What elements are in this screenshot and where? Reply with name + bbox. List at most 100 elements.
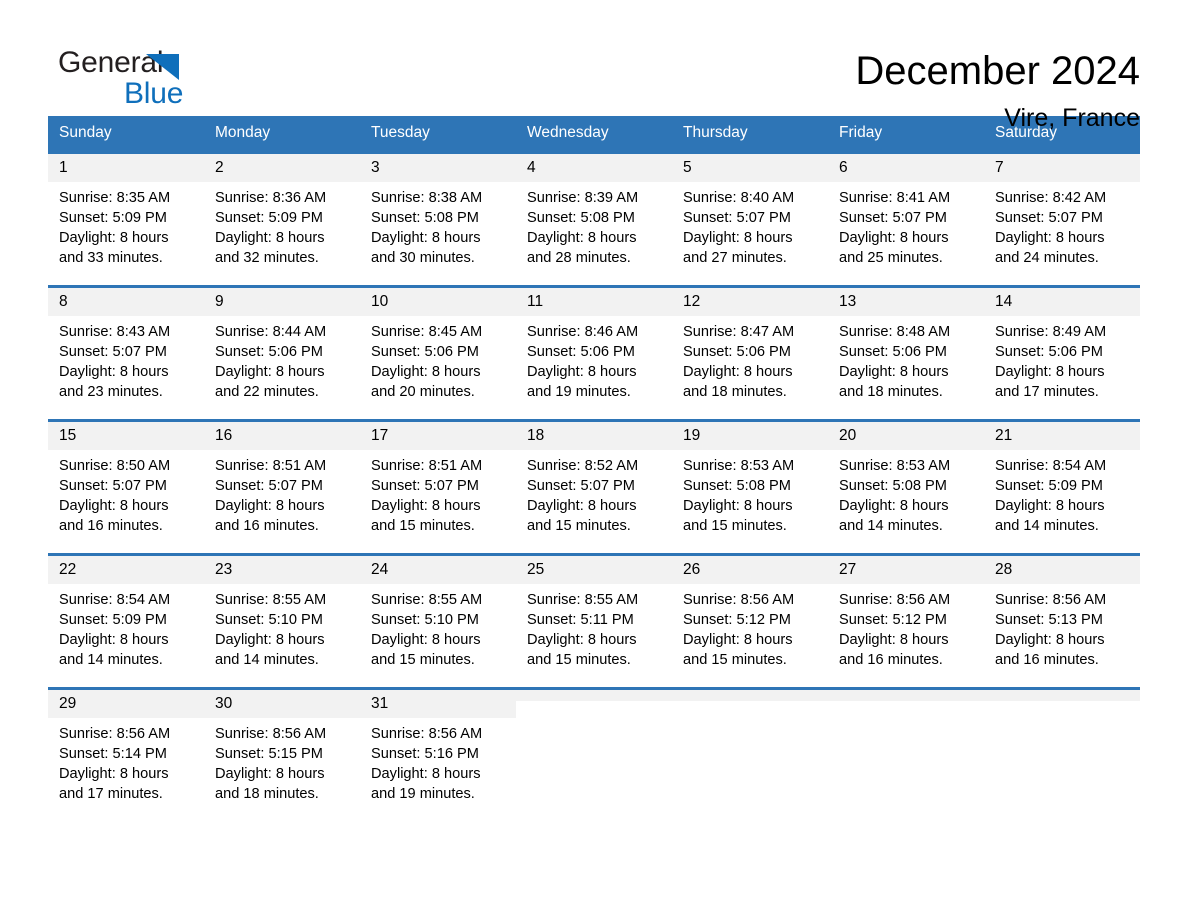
sunrise-text: Sunrise: 8:55 AM	[371, 592, 483, 608]
daylight-text: Daylight: 8 hours and 15 minutes.	[371, 498, 481, 534]
day-number	[984, 690, 1140, 701]
day-cell[interactable]: 29 Sunrise: 8:56 AM Sunset: 5:14 PM Dayligh…	[48, 687, 204, 806]
sunset-text: Sunset: 5:11 PM	[527, 612, 634, 628]
day-cell[interactable]: 23 Sunrise: 8:55 AM Sunset: 5:10 PM Dayligh…	[204, 553, 360, 672]
sunset-text: Sunset: 5:08 PM	[371, 210, 479, 226]
sunrise-text: Sunrise: 8:56 AM	[215, 726, 327, 742]
day-details: Sunrise: 8:56 AM Sunset: 5:12 PM Daylight:…	[828, 584, 984, 670]
day-number: 21	[984, 422, 1140, 450]
daylight-text: Daylight: 8 hours and 32 minutes.	[215, 230, 325, 266]
calendar-week-row: 1 Sunrise: 8:35 AM Sunset: 5:09 PM Daylight…	[48, 151, 1140, 270]
calendar-week-row: 22 Sunrise: 8:54 AM Sunset: 5:09 PM Dayligh…	[48, 553, 1140, 672]
daylight-text: Daylight: 8 hours and 16 minutes.	[59, 498, 169, 534]
daylight-text: Daylight: 8 hours and 17 minutes.	[995, 364, 1105, 400]
day-cell[interactable]: 13 Sunrise: 8:48 AM Sunset: 5:06 PM Dayligh…	[828, 285, 984, 404]
sunset-text: Sunset: 5:06 PM	[371, 344, 479, 360]
sunrise-text: Sunrise: 8:35 AM	[59, 190, 171, 206]
day-details: Sunrise: 8:53 AM Sunset: 5:08 PM Daylight:…	[828, 450, 984, 536]
sunset-text: Sunset: 5:08 PM	[527, 210, 635, 226]
day-cell[interactable]: 10 Sunrise: 8:45 AM Sunset: 5:06 PM Dayligh…	[360, 285, 516, 404]
day-details: Sunrise: 8:51 AM Sunset: 5:07 PM Daylight:…	[360, 450, 516, 536]
day-cell[interactable]: 2 Sunrise: 8:36 AM Sunset: 5:09 PM Daylight…	[204, 151, 360, 270]
sunset-text: Sunset: 5:10 PM	[215, 612, 323, 628]
day-number: 5	[672, 154, 828, 182]
day-cell[interactable]: 17 Sunrise: 8:51 AM Sunset: 5:07 PM Dayligh…	[360, 419, 516, 538]
sunrise-text: Sunrise: 8:44 AM	[215, 324, 327, 340]
day-cell[interactable]: 11 Sunrise: 8:46 AM Sunset: 5:06 PM Dayligh…	[516, 285, 672, 404]
daylight-text: Daylight: 8 hours and 16 minutes.	[995, 632, 1105, 668]
day-cell[interactable]: 19 Sunrise: 8:53 AM Sunset: 5:08 PM Dayligh…	[672, 419, 828, 538]
day-cell[interactable]: 27 Sunrise: 8:56 AM Sunset: 5:12 PM Dayligh…	[828, 553, 984, 672]
sunrise-text: Sunrise: 8:49 AM	[995, 324, 1107, 340]
day-details: Sunrise: 8:46 AM Sunset: 5:06 PM Daylight:…	[516, 316, 672, 402]
sunrise-text: Sunrise: 8:40 AM	[683, 190, 795, 206]
sunset-text: Sunset: 5:14 PM	[59, 746, 167, 762]
day-details: Sunrise: 8:55 AM Sunset: 5:10 PM Daylight:…	[360, 584, 516, 670]
weekday-header-thursday: Thursday	[672, 116, 828, 153]
week-spacer	[48, 538, 1140, 555]
daylight-text: Daylight: 8 hours and 15 minutes.	[683, 632, 793, 668]
day-cell[interactable]: 12 Sunrise: 8:47 AM Sunset: 5:06 PM Dayligh…	[672, 285, 828, 404]
day-cell[interactable]: 9 Sunrise: 8:44 AM Sunset: 5:06 PM Daylight…	[204, 285, 360, 404]
day-number: 28	[984, 556, 1140, 584]
daylight-text: Daylight: 8 hours and 22 minutes.	[215, 364, 325, 400]
day-cell[interactable]: 16 Sunrise: 8:51 AM Sunset: 5:07 PM Dayligh…	[204, 419, 360, 538]
sunrise-text: Sunrise: 8:51 AM	[371, 458, 483, 474]
day-number: 18	[516, 422, 672, 450]
sunrise-text: Sunrise: 8:50 AM	[59, 458, 171, 474]
day-cell[interactable]: 8 Sunrise: 8:43 AM Sunset: 5:07 PM Daylight…	[48, 285, 204, 404]
daylight-text: Daylight: 8 hours and 14 minutes.	[839, 498, 949, 534]
day-cell[interactable]: 30 Sunrise: 8:56 AM Sunset: 5:15 PM Dayligh…	[204, 687, 360, 806]
daylight-text: Daylight: 8 hours and 19 minutes.	[371, 766, 481, 802]
day-number: 26	[672, 556, 828, 584]
day-cell[interactable]: 31 Sunrise: 8:56 AM Sunset: 5:16 PM Dayligh…	[360, 687, 516, 806]
sunset-text: Sunset: 5:07 PM	[59, 478, 167, 494]
sunset-text: Sunset: 5:07 PM	[215, 478, 323, 494]
day-cell[interactable]: 7 Sunrise: 8:42 AM Sunset: 5:07 PM Daylight…	[984, 151, 1140, 270]
day-cell[interactable]: 28 Sunrise: 8:56 AM Sunset: 5:13 PM Dayligh…	[984, 553, 1140, 672]
sunrise-text: Sunrise: 8:56 AM	[995, 592, 1107, 608]
day-cell[interactable]: 20 Sunrise: 8:53 AM Sunset: 5:08 PM Dayligh…	[828, 419, 984, 538]
page-header: General Blue December 2024 Vire, France	[48, 0, 1140, 132]
day-cell[interactable]: 21 Sunrise: 8:54 AM Sunset: 5:09 PM Dayligh…	[984, 419, 1140, 538]
week-spacer	[48, 672, 1140, 689]
day-cell[interactable]: 22 Sunrise: 8:54 AM Sunset: 5:09 PM Dayligh…	[48, 553, 204, 672]
day-details: Sunrise: 8:41 AM Sunset: 5:07 PM Daylight:…	[828, 182, 984, 268]
day-cell[interactable]: 14 Sunrise: 8:49 AM Sunset: 5:06 PM Dayligh…	[984, 285, 1140, 404]
day-cell[interactable]: 3 Sunrise: 8:38 AM Sunset: 5:08 PM Daylight…	[360, 151, 516, 270]
sunrise-text: Sunrise: 8:41 AM	[839, 190, 951, 206]
sunset-text: Sunset: 5:08 PM	[839, 478, 947, 494]
daylight-text: Daylight: 8 hours and 15 minutes.	[683, 498, 793, 534]
sunset-text: Sunset: 5:09 PM	[995, 478, 1103, 494]
sunrise-sunset-calendar-table: Sunday Monday Tuesday Wednesday Thursday…	[48, 116, 1140, 806]
day-number: 30	[204, 690, 360, 718]
day-cell[interactable]: 18 Sunrise: 8:52 AM Sunset: 5:07 PM Dayligh…	[516, 419, 672, 538]
sunset-text: Sunset: 5:08 PM	[683, 478, 791, 494]
day-cell[interactable]: 5 Sunrise: 8:40 AM Sunset: 5:07 PM Daylight…	[672, 151, 828, 270]
sunrise-text: Sunrise: 8:55 AM	[527, 592, 639, 608]
sunset-text: Sunset: 5:07 PM	[371, 478, 479, 494]
week-spacer	[48, 404, 1140, 421]
day-cell[interactable]: 26 Sunrise: 8:56 AM Sunset: 5:12 PM Dayligh…	[672, 553, 828, 672]
day-details: Sunrise: 8:56 AM Sunset: 5:14 PM Daylight:…	[48, 718, 204, 804]
daylight-text: Daylight: 8 hours and 17 minutes.	[59, 766, 169, 802]
day-number	[516, 690, 672, 701]
daylight-text: Daylight: 8 hours and 23 minutes.	[59, 364, 169, 400]
sunset-text: Sunset: 5:07 PM	[683, 210, 791, 226]
day-cell[interactable]: 15 Sunrise: 8:50 AM Sunset: 5:07 PM Dayligh…	[48, 419, 204, 538]
day-details: Sunrise: 8:54 AM Sunset: 5:09 PM Daylight:…	[984, 450, 1140, 536]
day-cell[interactable]: 24 Sunrise: 8:55 AM Sunset: 5:10 PM Dayligh…	[360, 553, 516, 672]
day-cell[interactable]: 6 Sunrise: 8:41 AM Sunset: 5:07 PM Daylight…	[828, 151, 984, 270]
day-cell[interactable]: 1 Sunrise: 8:35 AM Sunset: 5:09 PM Daylight…	[48, 151, 204, 270]
day-details: Sunrise: 8:55 AM Sunset: 5:11 PM Daylight:…	[516, 584, 672, 670]
day-cell[interactable]: 4 Sunrise: 8:39 AM Sunset: 5:08 PM Daylight…	[516, 151, 672, 270]
sunrise-text: Sunrise: 8:56 AM	[683, 592, 795, 608]
day-cell[interactable]: 25 Sunrise: 8:55 AM Sunset: 5:11 PM Dayligh…	[516, 553, 672, 672]
general-blue-logo[interactable]: General Blue	[48, 46, 228, 112]
day-details: Sunrise: 8:48 AM Sunset: 5:06 PM Daylight:…	[828, 316, 984, 402]
day-details: Sunrise: 8:54 AM Sunset: 5:09 PM Daylight:…	[48, 584, 204, 670]
sunrise-text: Sunrise: 8:53 AM	[839, 458, 951, 474]
day-number: 3	[360, 154, 516, 182]
day-details: Sunrise: 8:56 AM Sunset: 5:13 PM Daylight:…	[984, 584, 1140, 670]
sunrise-text: Sunrise: 8:56 AM	[59, 726, 171, 742]
